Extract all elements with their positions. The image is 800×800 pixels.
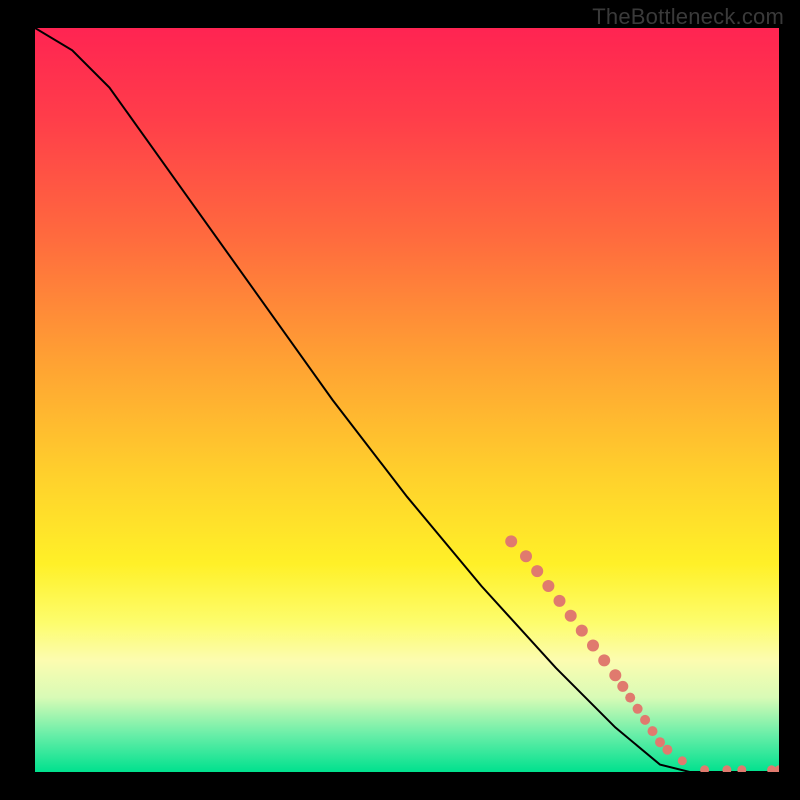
data-marker — [625, 693, 635, 703]
data-marker — [722, 765, 731, 772]
data-marker — [576, 625, 588, 637]
data-markers — [505, 535, 779, 772]
data-marker — [648, 726, 658, 736]
data-marker — [505, 535, 517, 547]
data-marker — [662, 745, 672, 755]
data-marker — [587, 640, 599, 652]
data-marker — [655, 737, 665, 747]
bottleneck-curve — [35, 28, 779, 772]
chart-svg — [35, 28, 779, 772]
data-marker — [737, 765, 746, 772]
data-marker — [633, 704, 643, 714]
watermark-text: TheBottleneck.com — [592, 4, 784, 30]
data-marker — [678, 756, 687, 765]
data-marker — [565, 610, 577, 622]
data-marker — [617, 681, 628, 692]
data-marker — [609, 669, 621, 681]
data-marker — [542, 580, 554, 592]
data-marker — [775, 765, 780, 772]
data-marker — [520, 550, 532, 562]
chart-stage: TheBottleneck.com — [0, 0, 800, 800]
data-marker — [531, 565, 543, 577]
data-marker — [700, 765, 709, 772]
data-marker — [640, 715, 650, 725]
data-marker — [554, 595, 566, 607]
data-marker — [598, 654, 610, 666]
